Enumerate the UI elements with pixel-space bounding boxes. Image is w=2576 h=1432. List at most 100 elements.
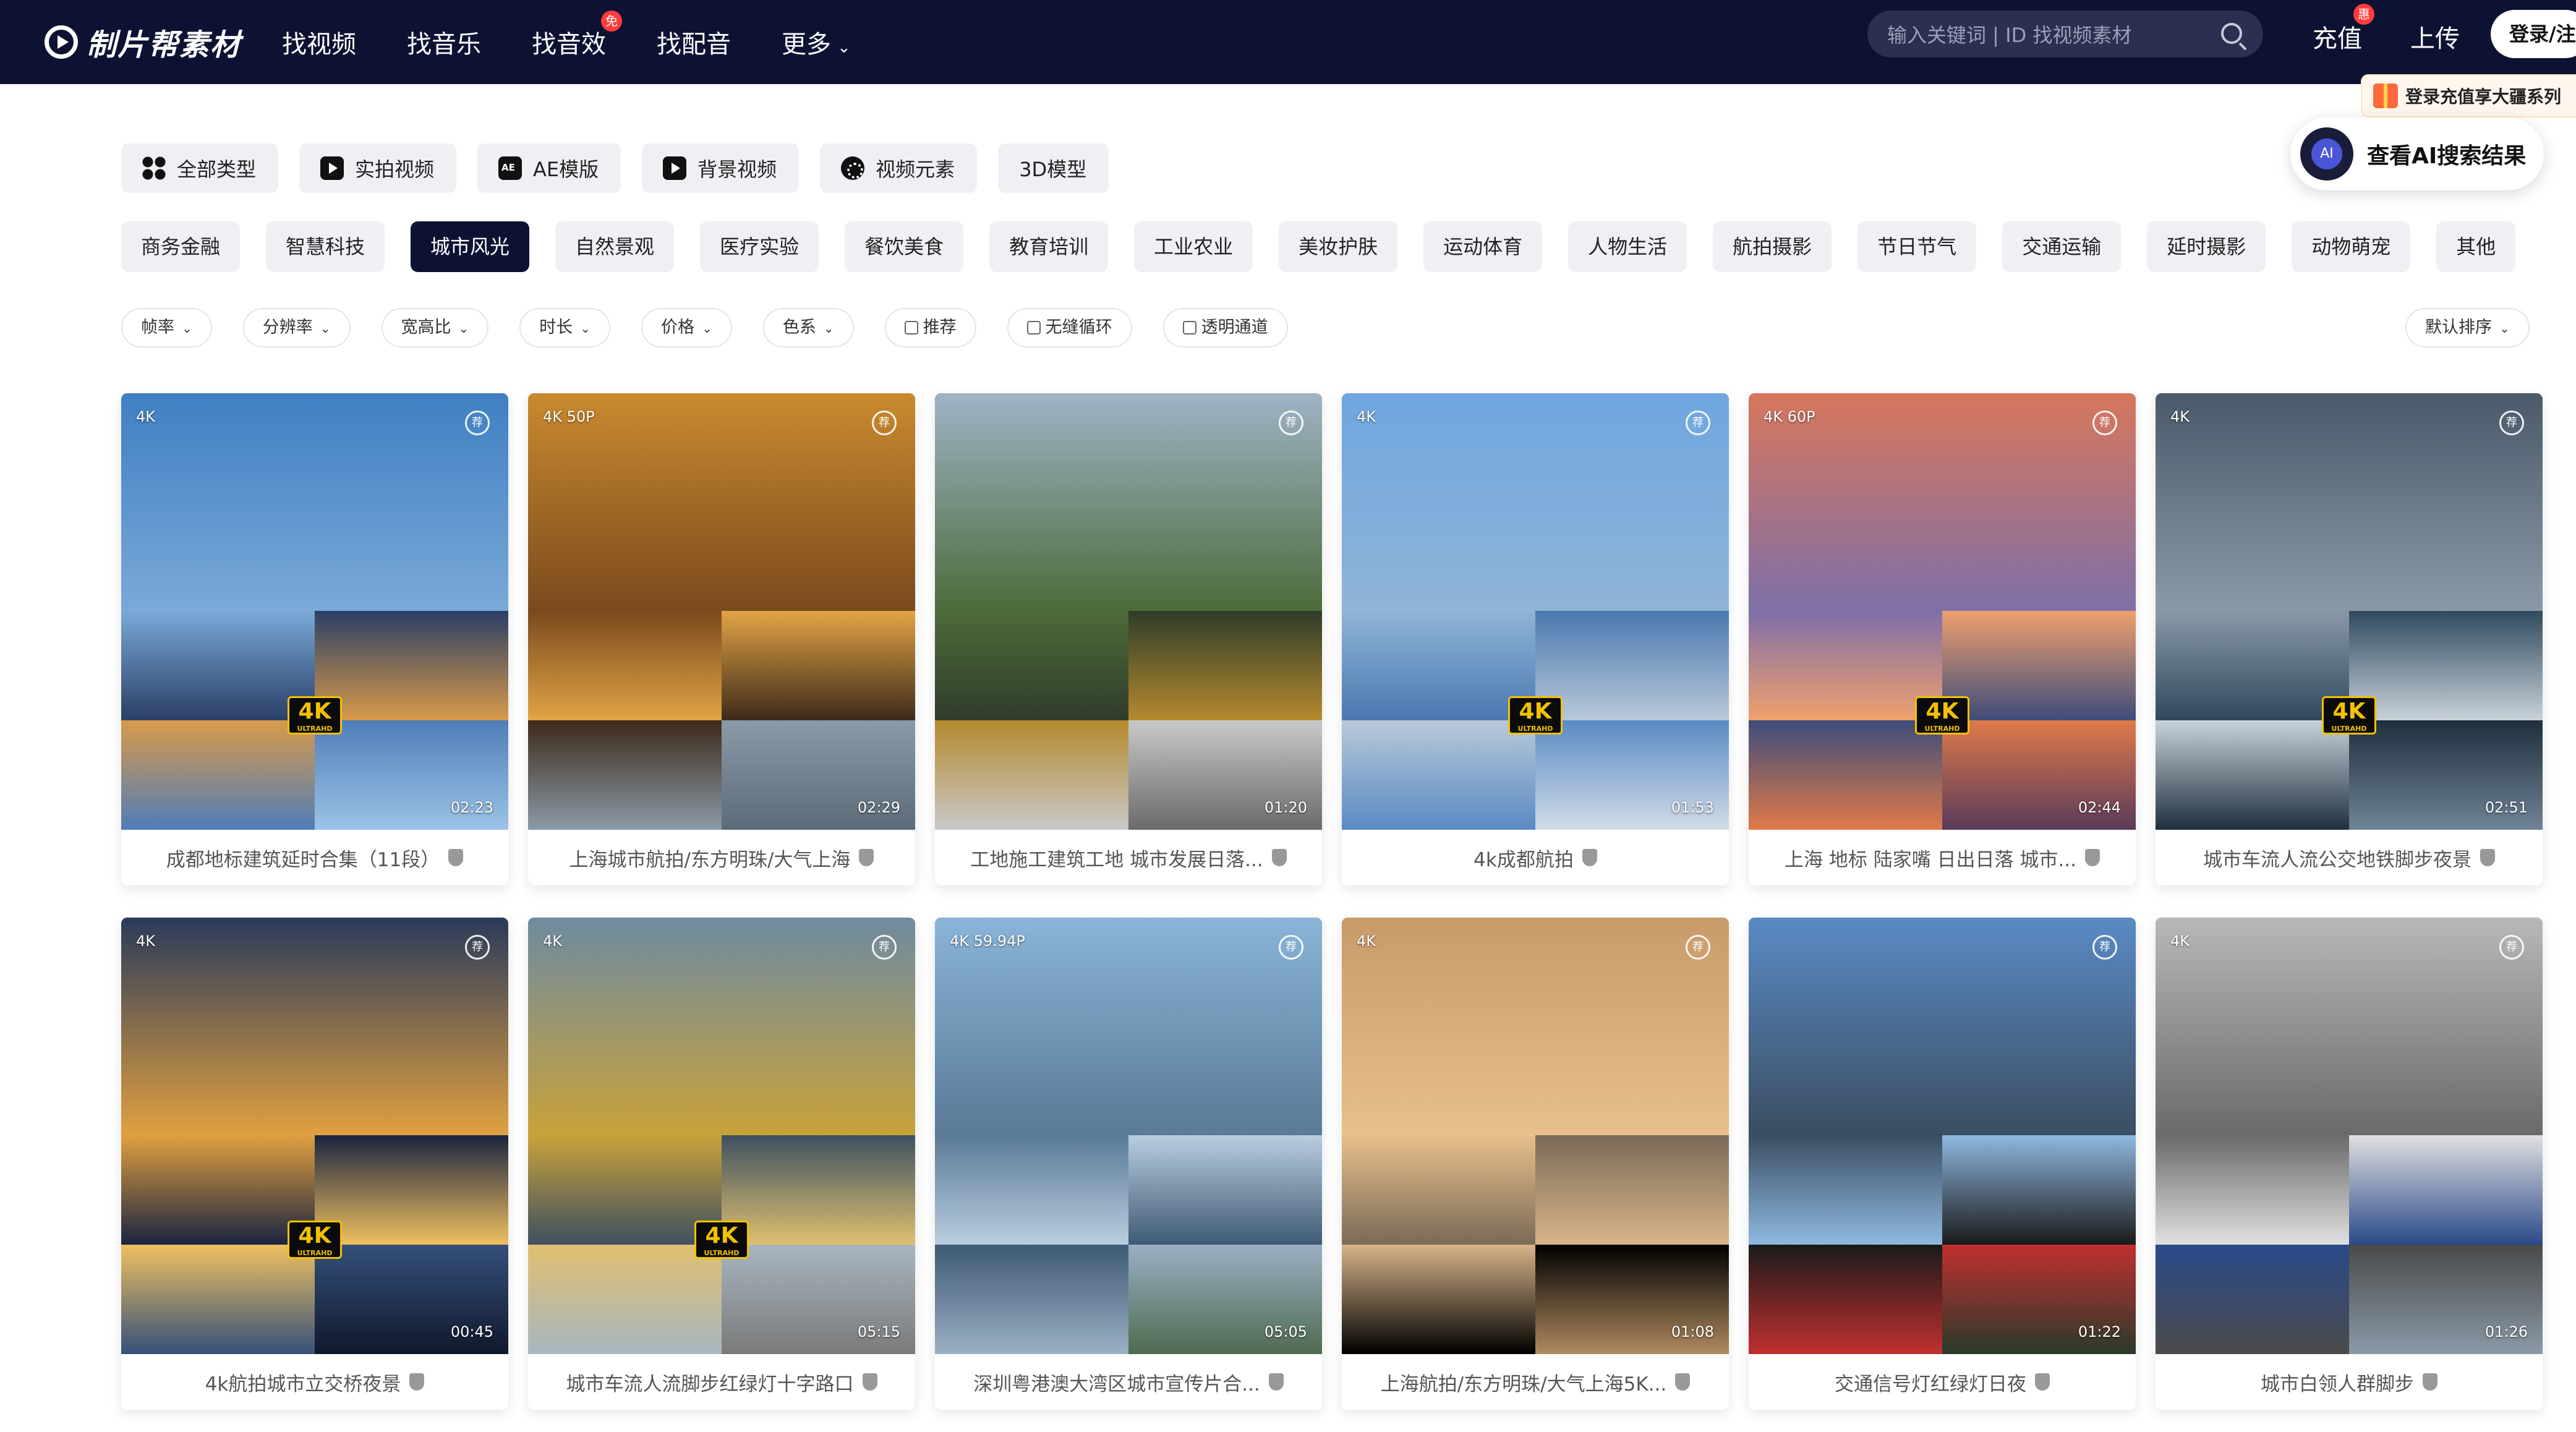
video-thumbnail[interactable]: 4K 荐 4K ULTRAHD 02:51 (2156, 393, 2543, 830)
video-thumbnail[interactable]: 4K 荐 01:26 (2156, 918, 2543, 1354)
video-title-row[interactable]: 深圳粤港澳大湾区城市宣传片合... (935, 1354, 1322, 1410)
category-video-element[interactable]: 视频元素 (820, 143, 978, 193)
video-title[interactable]: 上海 地标 陆家嘴 日出日落 城市... (1785, 844, 2076, 872)
tag-chip[interactable]: 运动体育 (1423, 221, 1543, 272)
video-thumbnail[interactable]: 4K 60P 荐 4K ULTRAHD 02:44 (1749, 393, 2136, 830)
tag-chip[interactable]: 航拍摄影 (1713, 221, 1832, 272)
category-3d-model[interactable]: 3D模型 (998, 143, 1109, 193)
video-title[interactable]: 上海航拍/东方明珠/大气上海5K... (1381, 1368, 1667, 1396)
video-thumbnail[interactable]: 4K 50P 荐 02:29 (528, 393, 915, 830)
promo-tooltip[interactable]: 登录充值享大疆系列 (2361, 74, 2576, 117)
filter-aspect-ratio[interactable]: 宽高比 ⌄ (381, 308, 489, 347)
video-thumbnail[interactable]: 4K 荐 01:08 (1342, 918, 1729, 1354)
checkbox-icon[interactable] (1026, 321, 1041, 335)
filter-duration[interactable]: 时长 ⌄ (519, 308, 611, 347)
recommend-icon[interactable]: 荐 (465, 935, 490, 960)
video-thumbnail[interactable]: 4K 荐 4K ULTRAHD 05:15 (528, 918, 915, 1354)
video-title-row[interactable]: 上海 地标 陆家嘴 日出日落 城市... (1749, 830, 2136, 885)
upload-link[interactable]: 上传 (2410, 19, 2460, 54)
video-title-row[interactable]: 4k成都航拍 (1342, 830, 1729, 885)
video-title-row[interactable]: 上海城市航拍/东方明珠/大气上海 (528, 830, 915, 885)
recommend-icon[interactable]: 荐 (1686, 411, 1710, 435)
video-title[interactable]: 4k成都航拍 (1474, 844, 1574, 872)
nav-item-music[interactable]: 找音乐 (407, 24, 481, 60)
checkbox-recommended[interactable]: 推荐 (884, 308, 976, 347)
tag-chip[interactable]: 延时摄影 (2147, 221, 2266, 272)
recommend-icon[interactable]: 荐 (2092, 411, 2117, 435)
tag-chip[interactable]: 教育培训 (989, 221, 1109, 272)
recommend-icon[interactable]: 荐 (872, 935, 897, 960)
tag-chip[interactable]: 其他 (2436, 221, 2516, 272)
filter-resolution[interactable]: 分辨率 ⌄ (242, 308, 351, 347)
sort-dropdown[interactable]: 默认排序 ⌄ (2405, 308, 2530, 347)
video-thumbnail[interactable]: 4K 荐 4K ULTRAHD 00:45 (121, 918, 508, 1354)
video-title[interactable]: 上海城市航拍/东方明珠/大气上海 (569, 844, 851, 872)
video-title[interactable]: 深圳粤港澳大湾区城市宣传片合... (973, 1368, 1260, 1396)
category-live-video[interactable]: 实拍视频 (299, 143, 457, 193)
recommend-icon[interactable]: 荐 (2499, 935, 2524, 960)
video-title[interactable]: 城市车流人流公交地铁脚步夜景 (2203, 844, 2472, 872)
video-title-row[interactable]: 成都地标建筑延时合集（11段） (121, 830, 508, 885)
nav-item-more[interactable]: 更多 ⌄ (782, 24, 851, 60)
video-card[interactable]: 4K 50P 荐 02:29 上海城市航拍/东方明珠/大气上海 (528, 393, 915, 885)
video-title[interactable]: 城市白领人群脚步 (2261, 1368, 2414, 1396)
tag-chip[interactable]: 节日节气 (1857, 221, 1977, 272)
tag-chip[interactable]: 交通运输 (2002, 221, 2122, 272)
video-title-row[interactable]: 上海航拍/东方明珠/大气上海5K... (1342, 1354, 1729, 1410)
nav-item-voiceover[interactable]: 找配音 (657, 24, 731, 60)
video-thumbnail[interactable]: 4K 荐 4K ULTRAHD 02:23 (121, 393, 508, 830)
recommend-icon[interactable]: 荐 (2092, 935, 2117, 960)
video-title[interactable]: 工地施工建筑工地 城市发展日落... (970, 844, 1263, 872)
recommend-icon[interactable]: 荐 (1686, 935, 1710, 960)
recommend-icon[interactable]: 荐 (1279, 411, 1303, 435)
video-card[interactable]: 4K 荐 4K ULTRAHD 02:23 成都地标建筑延时合集（11段） (121, 393, 508, 885)
video-card[interactable]: 荐 01:20 工地施工建筑工地 城市发展日落... (935, 393, 1322, 885)
video-title-row[interactable]: 城市车流人流脚步红绿灯十字路口 (528, 1354, 915, 1410)
video-title-row[interactable]: 交通信号灯红绿灯日夜 (1749, 1354, 2136, 1410)
tag-chip[interactable]: 商务金融 (121, 221, 241, 272)
video-card[interactable]: 4K 60P 荐 4K ULTRAHD 02:44 上海 地标 陆家嘴 日出日落 城市..… (1749, 393, 2136, 885)
checkbox-icon[interactable] (1182, 321, 1196, 335)
video-thumbnail[interactable]: 荐 01:20 (935, 393, 1322, 830)
video-thumbnail[interactable]: 4K 荐 4K ULTRAHD 01:53 (1342, 393, 1729, 830)
video-title[interactable]: 交通信号灯红绿灯日夜 (1835, 1368, 2026, 1396)
nav-item-video[interactable]: 找视频 (282, 24, 356, 60)
video-card[interactable]: 4K 荐 01:08 上海航拍/东方明珠/大气上海5K... (1342, 918, 1729, 1410)
video-thumbnail[interactable]: 荐 01:22 (1749, 918, 2136, 1354)
video-card[interactable]: 4K 荐 01:26 城市白领人群脚步 (2156, 918, 2543, 1410)
site-logo[interactable]: 制片帮素材 (45, 17, 241, 67)
tag-chip[interactable]: 工业农业 (1134, 221, 1253, 272)
category-background-video[interactable]: 背景视频 (642, 143, 800, 193)
tag-chip[interactable]: 医疗实验 (700, 221, 819, 272)
recharge-link[interactable]: 充值 惠 (2313, 4, 2374, 54)
video-card[interactable]: 荐 01:22 交通信号灯红绿灯日夜 (1749, 918, 2136, 1410)
filter-frame-rate[interactable]: 帧率 ⌄ (121, 308, 212, 347)
tag-chip[interactable]: 动物萌宠 (2292, 221, 2411, 272)
video-card[interactable]: 4K 荐 4K ULTRAHD 02:51 城市车流人流公交地铁脚步夜景 (2156, 393, 2543, 885)
ai-search-button[interactable]: 查看AI搜索结果 (2290, 117, 2544, 190)
tag-chip[interactable]: 餐饮美食 (845, 221, 964, 272)
login-button[interactable]: 登录/注 (2491, 10, 2576, 58)
video-title-row[interactable]: 工地施工建筑工地 城市发展日落... (935, 830, 1322, 885)
recommend-icon[interactable]: 荐 (872, 411, 897, 435)
video-title[interactable]: 成都地标建筑延时合集（11段） (166, 844, 440, 872)
checkbox-icon[interactable] (904, 321, 918, 335)
recommend-icon[interactable]: 荐 (2499, 411, 2524, 435)
video-title-row[interactable]: 4k航拍城市立交桥夜景 (121, 1354, 508, 1410)
category-ae-template[interactable]: AE模版 (477, 143, 621, 193)
search-input[interactable]: 输入关键词 | ID 找视频素材 (1887, 20, 2131, 48)
tag-chip[interactable]: 美妆护肤 (1279, 221, 1398, 272)
nav-item-sound-effect[interactable]: 找音效免 (532, 11, 622, 60)
video-card[interactable]: 4K 荐 4K ULTRAHD 01:53 4k成都航拍 (1342, 393, 1729, 885)
tag-chip[interactable]: 城市风光 (411, 221, 530, 272)
filter-price[interactable]: 价格 ⌄ (641, 308, 732, 347)
video-title[interactable]: 4k航拍城市立交桥夜景 (205, 1368, 401, 1396)
checkbox-alpha-channel[interactable]: 透明通道 (1162, 308, 1288, 347)
category-all[interactable]: 全部类型 (121, 143, 279, 193)
video-title[interactable]: 城市车流人流脚步红绿灯十字路口 (566, 1368, 854, 1396)
video-title-row[interactable]: 城市车流人流公交地铁脚步夜景 (2156, 830, 2543, 885)
video-card[interactable]: 4K 荐 4K ULTRAHD 00:45 4k航拍城市立交桥夜景 (121, 918, 508, 1410)
search-bar[interactable]: 输入关键词 | ID 找视频素材 (1867, 11, 2263, 58)
search-icon[interactable] (2221, 23, 2242, 44)
tag-chip[interactable]: 自然景观 (555, 221, 675, 272)
